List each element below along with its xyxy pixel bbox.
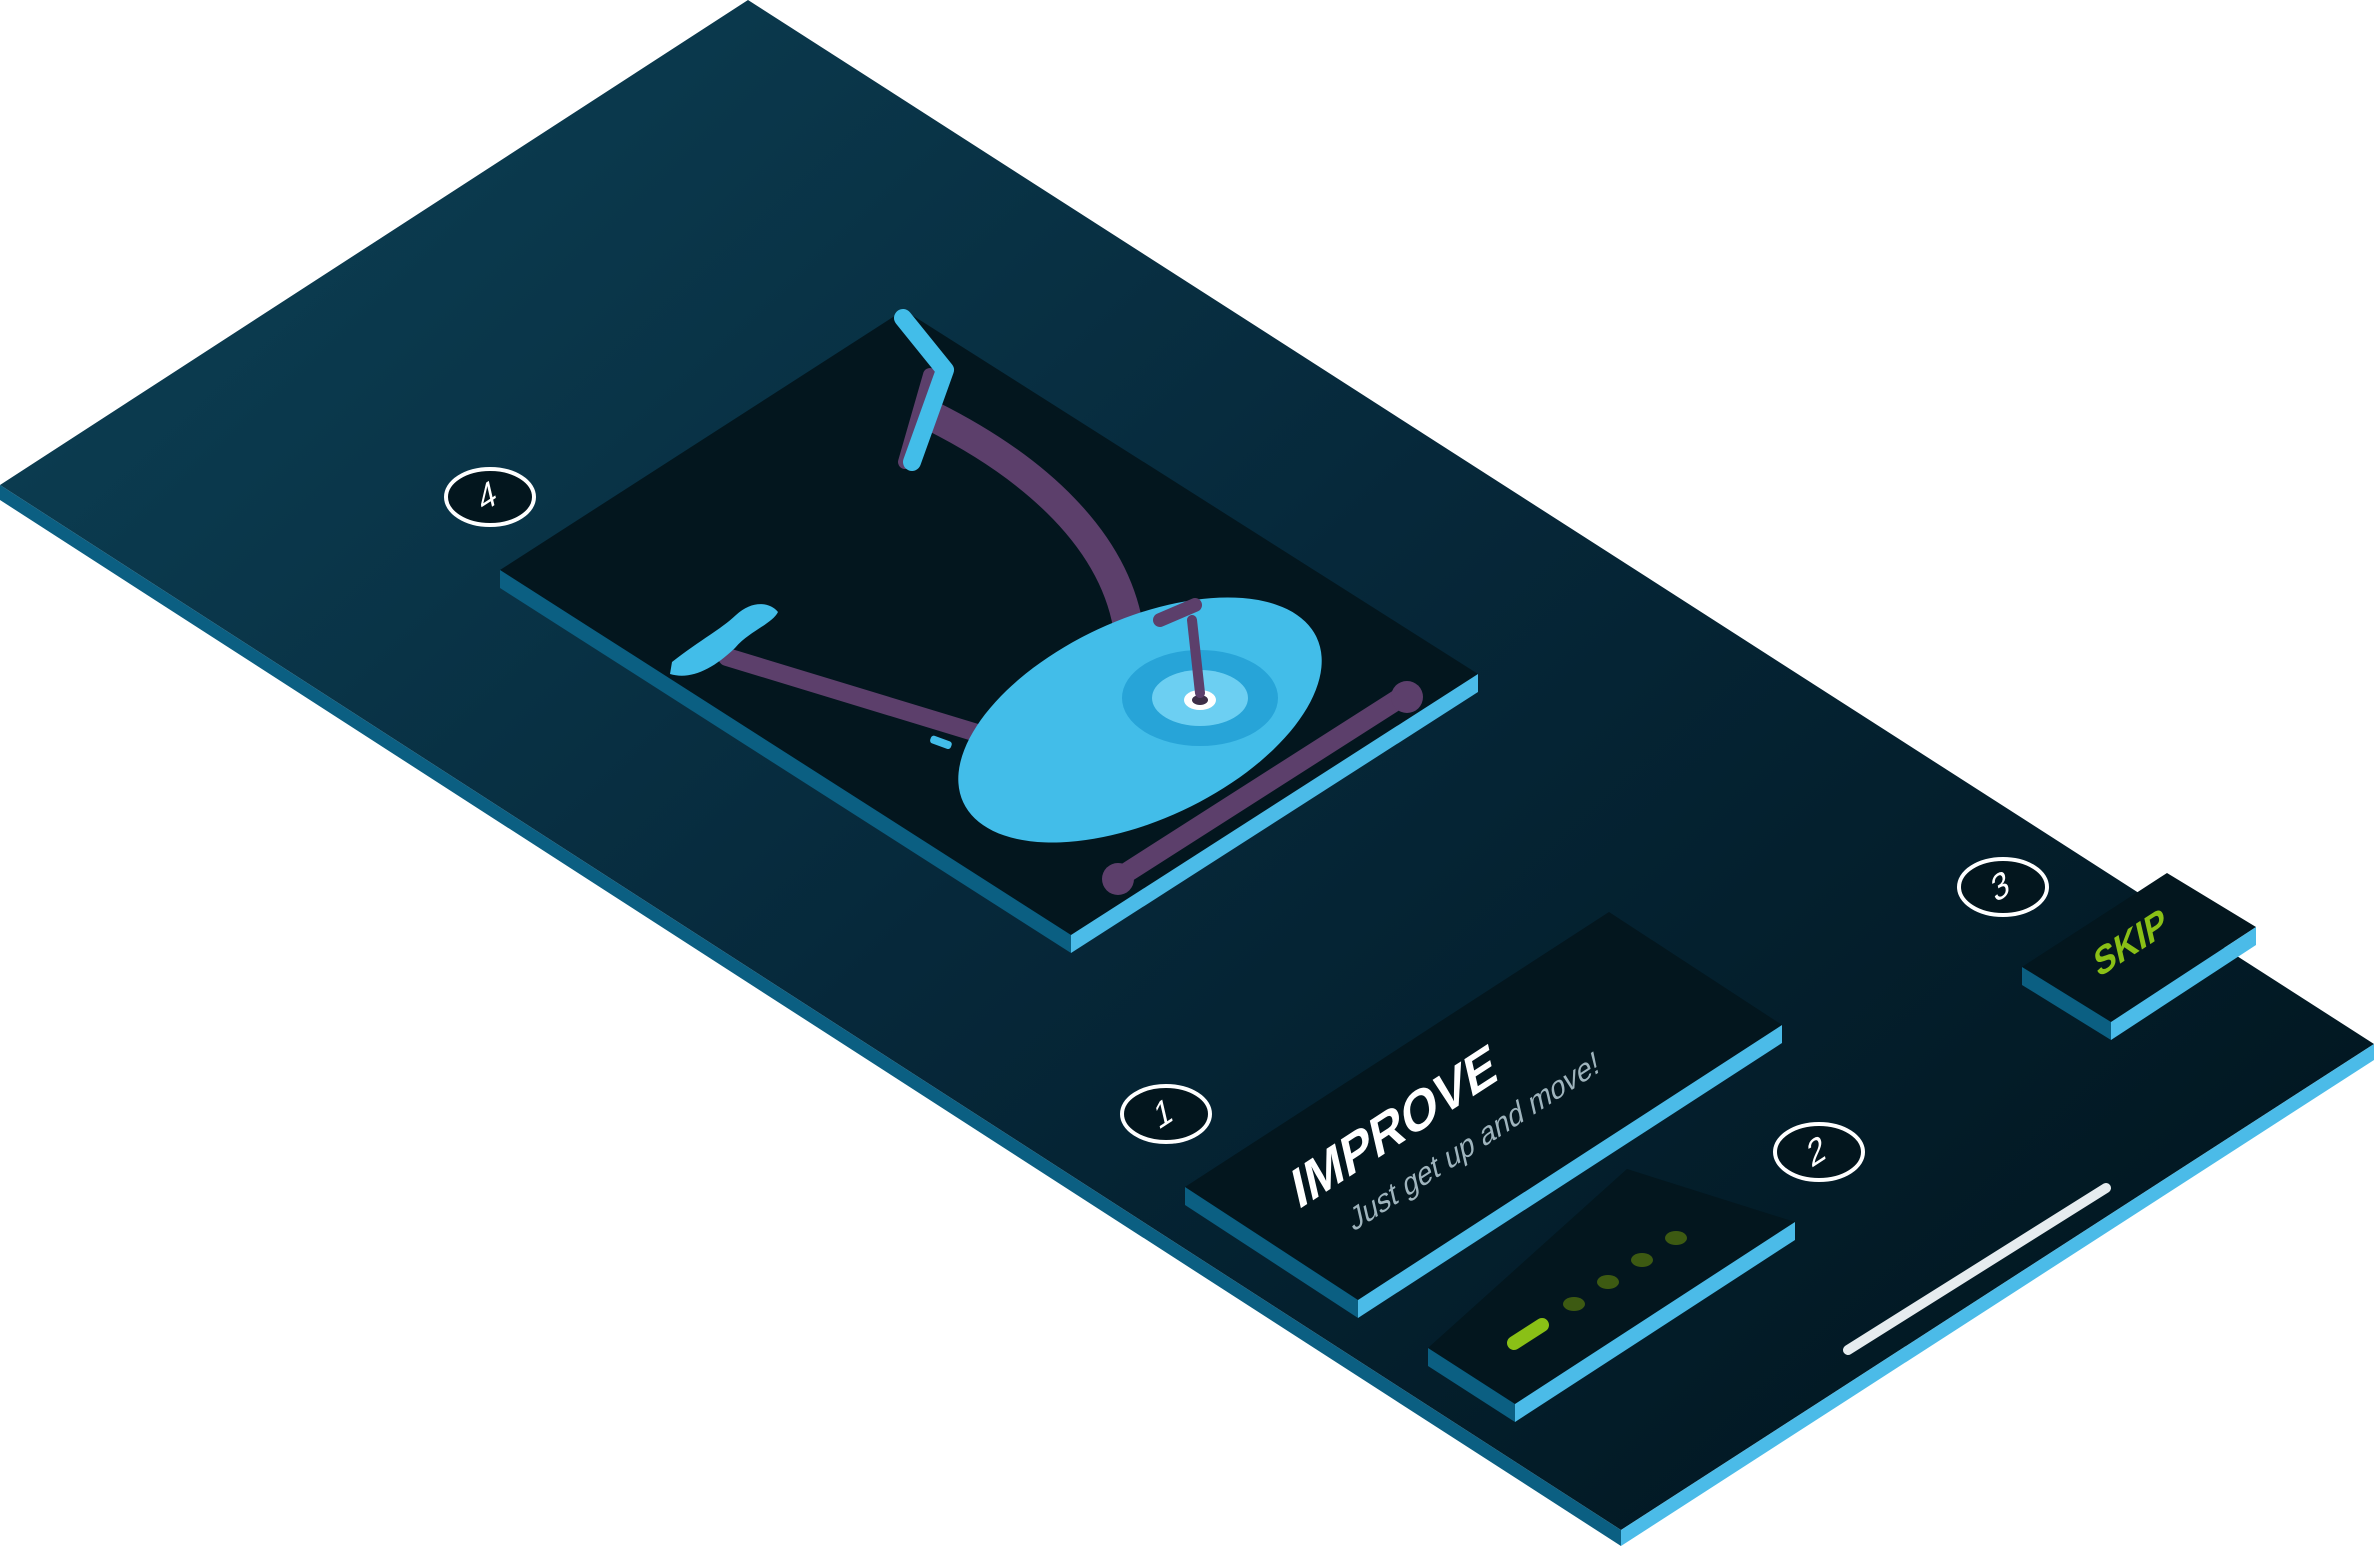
callout-4: 4 — [444, 467, 536, 527]
callout-3: 3 — [1957, 857, 2049, 917]
page-dot[interactable] — [1563, 1297, 1585, 1311]
callout-1: 1 — [1120, 1084, 1212, 1144]
page-dot[interactable] — [1665, 1231, 1687, 1245]
page-dot[interactable] — [1597, 1275, 1619, 1289]
callout-2: 2 — [1773, 1122, 1865, 1182]
isometric-app-scene: IMPROVE Just get up and move! SKIP 1234 — [0, 0, 2374, 1546]
page-dot[interactable] — [1631, 1253, 1653, 1267]
